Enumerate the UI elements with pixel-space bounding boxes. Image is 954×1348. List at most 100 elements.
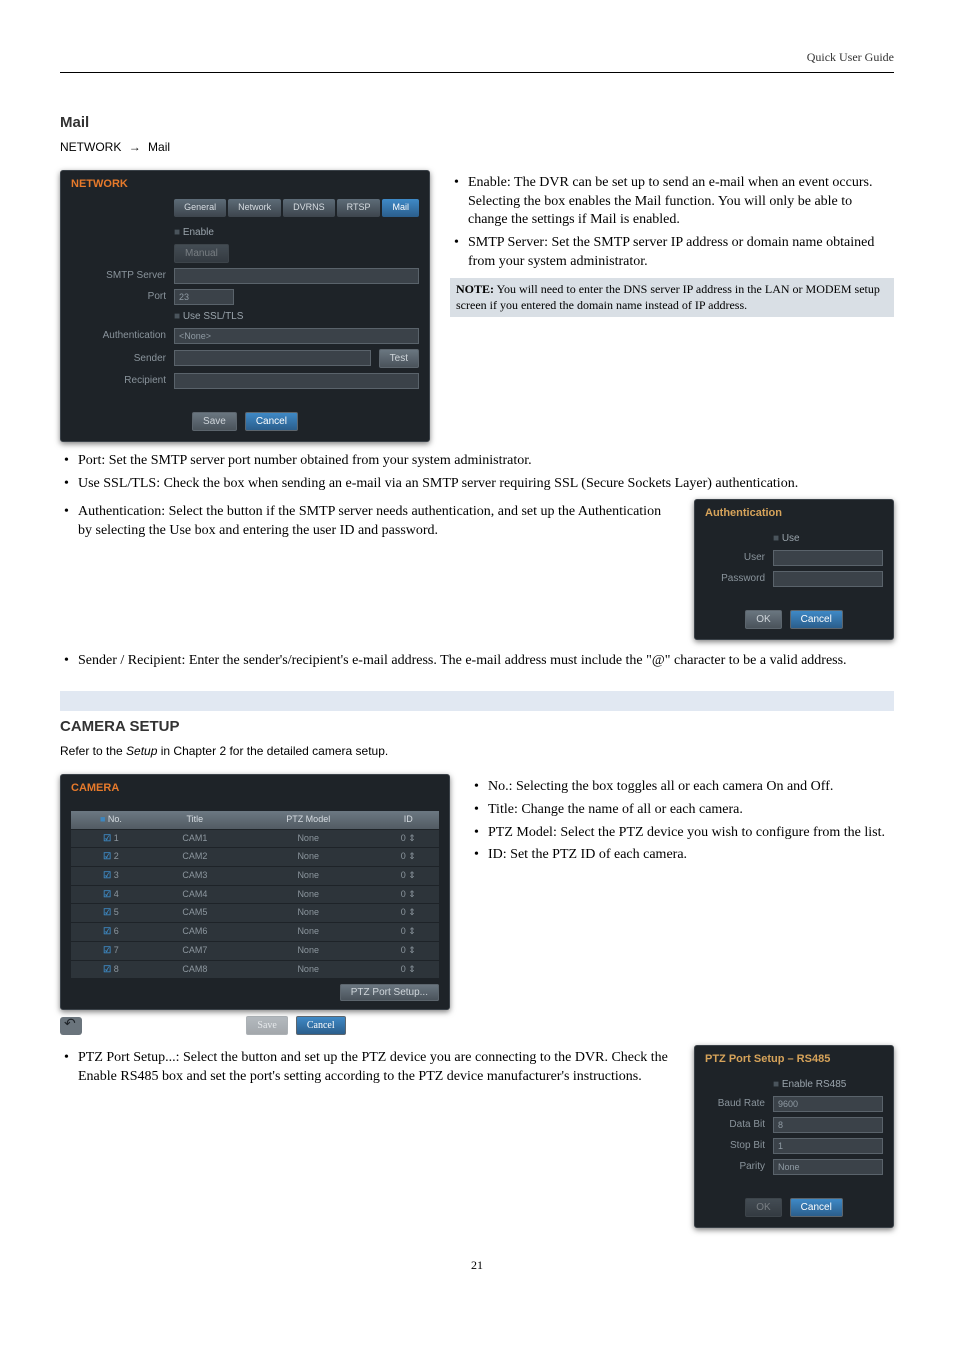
- bullet-text: : Select the button and set up the PTZ d…: [176, 1050, 668, 1065]
- cell-no[interactable]: ☑ 8: [71, 960, 151, 978]
- network-dialog: NETWORK General Network DVRNS RTSP Mail …: [60, 170, 430, 442]
- data-bit-input[interactable]: 8: [773, 1117, 883, 1133]
- cell-ptz[interactable]: None: [239, 904, 378, 923]
- cell-title[interactable]: CAM3: [151, 867, 239, 886]
- cell-id[interactable]: 0 ⇕: [378, 941, 439, 960]
- cancel-button[interactable]: Cancel: [245, 412, 298, 431]
- cell-title[interactable]: CAM7: [151, 941, 239, 960]
- cell-no[interactable]: ☑ 2: [71, 848, 151, 867]
- use-checkbox[interactable]: Use: [773, 532, 800, 545]
- enable-checkbox[interactable]: Enable: [174, 226, 214, 239]
- enable-rs485-checkbox[interactable]: Enable RS485: [773, 1078, 846, 1091]
- cell-title[interactable]: CAM5: [151, 904, 239, 923]
- ptz-port-setup-button[interactable]: PTZ Port Setup...: [340, 984, 439, 1001]
- cell-id[interactable]: 0 ⇕: [378, 848, 439, 867]
- bullet-title: Title: Change the name of all or each ca…: [488, 801, 894, 820]
- cell-title[interactable]: CAM6: [151, 923, 239, 942]
- cancel-button[interactable]: Cancel: [296, 1016, 346, 1035]
- smtp-server-input[interactable]: [174, 268, 419, 284]
- cell-no[interactable]: ☑ 1: [71, 829, 151, 848]
- bullet-key: Enable: [468, 175, 507, 190]
- tab-dvrns[interactable]: DVRNS: [283, 199, 335, 217]
- camera-dialog: CAMERA ■ No. Title PTZ Model ID ☑ 1CAM1N…: [60, 774, 450, 1010]
- col-no[interactable]: ■ No.: [71, 811, 151, 829]
- cell-ptz[interactable]: None: [239, 867, 378, 886]
- baud-input[interactable]: 9600: [773, 1096, 883, 1112]
- bullet-key: ID: [488, 847, 503, 862]
- tab-network[interactable]: Network: [228, 199, 281, 217]
- ok-button[interactable]: OK: [745, 610, 781, 629]
- back-icon[interactable]: [60, 1017, 82, 1035]
- sender-bullet-list: Sender / Recipient: Enter the sender's/r…: [60, 652, 894, 671]
- cell-id[interactable]: 0 ⇕: [378, 867, 439, 886]
- use-ssl-checkbox[interactable]: Use SSL/TLS: [174, 310, 243, 323]
- table-row: ☑ 5CAM5None0 ⇕: [71, 904, 439, 923]
- bullet-key2: Recipient: [128, 653, 182, 668]
- stop-bit-label: Stop Bit: [705, 1139, 765, 1152]
- bullet-ptz-model: PTZ Model: Select the PTZ device you wis…: [488, 824, 894, 843]
- cell-ptz[interactable]: None: [239, 848, 378, 867]
- cell-title[interactable]: CAM8: [151, 960, 239, 978]
- col-id[interactable]: ID: [378, 811, 439, 829]
- cell-ptz[interactable]: None: [239, 923, 378, 942]
- col-ptz-model[interactable]: PTZ Model: [239, 811, 378, 829]
- sender-label: Sender: [71, 352, 166, 365]
- bullet-text2: box and set the port's setting according…: [159, 1069, 642, 1084]
- sender-input[interactable]: [174, 350, 371, 366]
- auth-dialog: Authentication Use User Password OK Canc…: [694, 499, 894, 639]
- cell-ptz[interactable]: None: [239, 885, 378, 904]
- auth-dialog-title: Authentication: [695, 500, 893, 522]
- cell-title[interactable]: CAM4: [151, 885, 239, 904]
- ok-button[interactable]: OK: [745, 1198, 781, 1217]
- bullet-port: Port: Set the SMTP server port number ob…: [78, 452, 894, 471]
- test-button[interactable]: Test: [379, 349, 419, 368]
- user-input[interactable]: [773, 550, 883, 566]
- cell-id[interactable]: 0 ⇕: [378, 923, 439, 942]
- auth-input[interactable]: <None>: [174, 328, 419, 344]
- parity-input[interactable]: None: [773, 1159, 883, 1175]
- section-divider: [60, 691, 894, 711]
- bullet-key: Port: [78, 453, 101, 468]
- cell-ptz[interactable]: None: [239, 960, 378, 978]
- save-button[interactable]: Save: [246, 1016, 287, 1035]
- password-input[interactable]: [773, 571, 883, 587]
- table-row: ☑ 2CAM2None0 ⇕: [71, 848, 439, 867]
- cell-no[interactable]: ☑ 3: [71, 867, 151, 886]
- camera-dialog-title: CAMERA: [61, 775, 449, 797]
- save-button[interactable]: Save: [192, 412, 237, 431]
- cell-title[interactable]: CAM2: [151, 848, 239, 867]
- cancel-button[interactable]: Cancel: [790, 1198, 843, 1217]
- cell-no[interactable]: ☑ 4: [71, 885, 151, 904]
- parity-label: Parity: [705, 1160, 765, 1173]
- manual-button[interactable]: Manual: [174, 244, 229, 263]
- cell-title[interactable]: CAM1: [151, 829, 239, 848]
- bullet-authentication: Authentication: Select the button if the…: [78, 503, 674, 541]
- cell-id[interactable]: 0 ⇕: [378, 960, 439, 978]
- recipient-input[interactable]: [174, 373, 419, 389]
- stop-bit-input[interactable]: 1: [773, 1138, 883, 1154]
- recipient-label: Recipient: [71, 374, 166, 387]
- port-input[interactable]: 23: [174, 289, 234, 305]
- bullet-key2: Enable RS485: [78, 1069, 159, 1084]
- bullet-text: : Select the PTZ device you wish to conf…: [553, 825, 885, 840]
- cell-id[interactable]: 0 ⇕: [378, 829, 439, 848]
- cell-no[interactable]: ☑ 6: [71, 923, 151, 942]
- tab-rtsp[interactable]: RTSP: [337, 199, 381, 217]
- note-label: NOTE:: [456, 282, 494, 296]
- bullet-text: : Enter the sender's/recipient's e-mail …: [181, 653, 651, 668]
- cell-id[interactable]: 0 ⇕: [378, 904, 439, 923]
- cancel-button[interactable]: Cancel: [790, 610, 843, 629]
- cell-no[interactable]: ☑ 5: [71, 904, 151, 923]
- bullet-key: Authentication: [78, 504, 161, 519]
- note-part2: in Chapter 2 for the detailed camera set…: [157, 744, 388, 758]
- cell-id[interactable]: 0 ⇕: [378, 885, 439, 904]
- table-row: ☑ 3CAM3None0 ⇕: [71, 867, 439, 886]
- page-number: 21: [60, 1258, 894, 1274]
- tab-general[interactable]: General: [174, 199, 226, 217]
- cell-ptz[interactable]: None: [239, 829, 378, 848]
- cell-no[interactable]: ☑ 7: [71, 941, 151, 960]
- bullet-key: PTZ Port Setup...: [78, 1050, 176, 1065]
- col-title[interactable]: Title: [151, 811, 239, 829]
- cell-ptz[interactable]: None: [239, 941, 378, 960]
- tab-mail[interactable]: Mail: [382, 199, 419, 217]
